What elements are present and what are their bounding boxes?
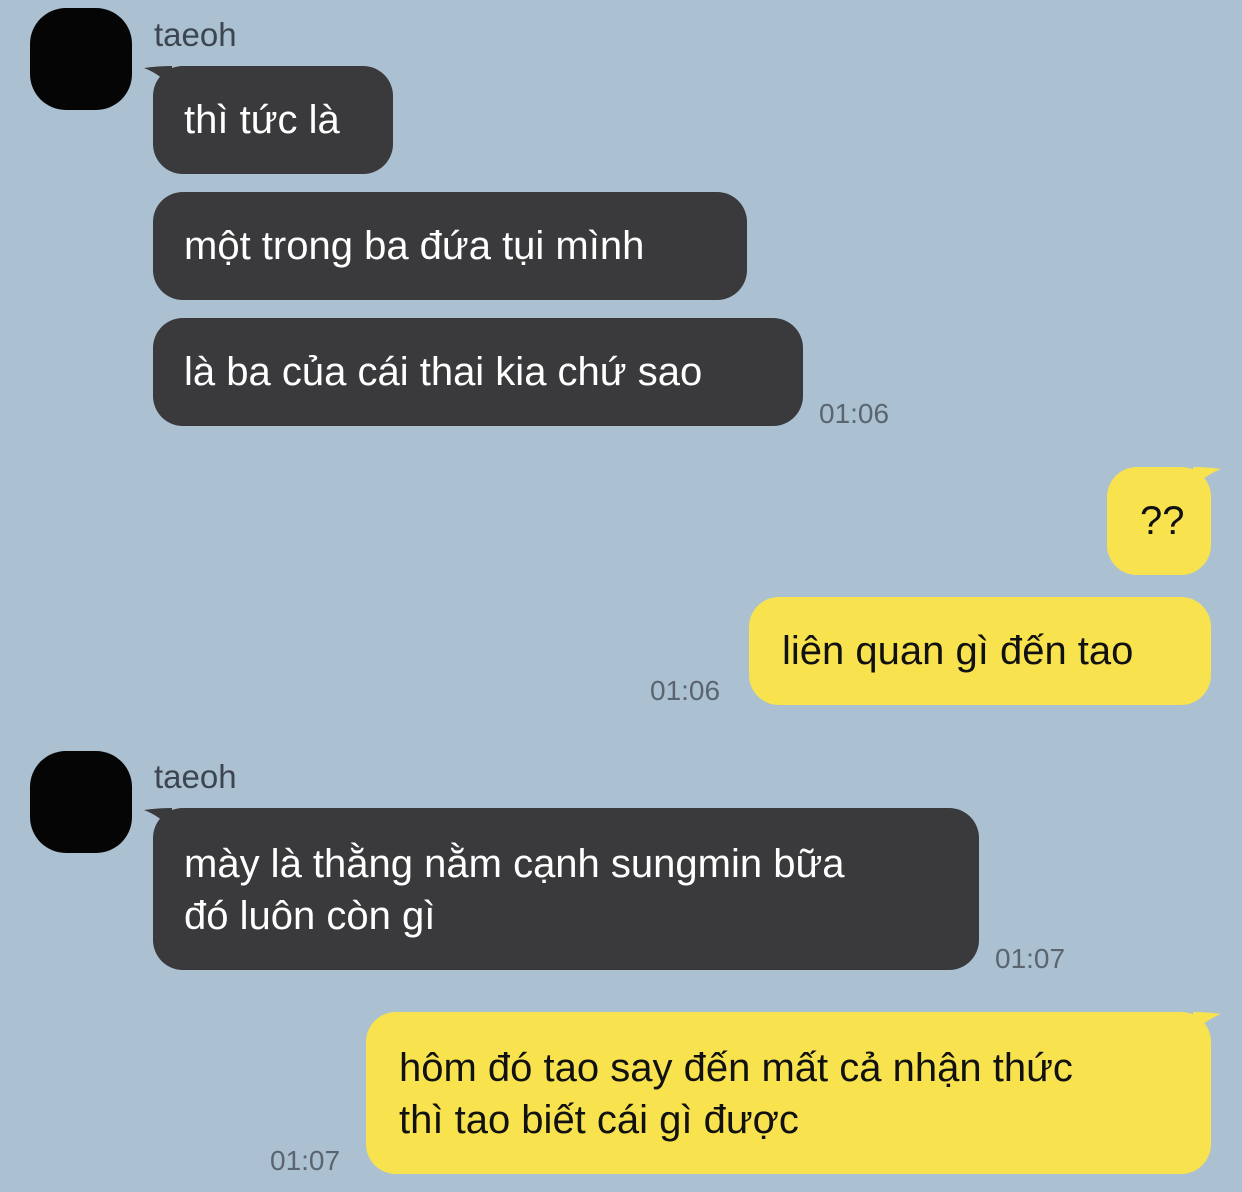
bubble-tail-icon	[144, 808, 172, 830]
message-text: thì tức là	[184, 98, 340, 142]
message-timestamp: 01:07	[270, 1145, 341, 1176]
incoming-message-bubble[interactable]: mày là thằng nằm cạnh sungmin bữa đó luô…	[144, 808, 979, 970]
sender-name: taeoh	[154, 758, 237, 795]
bubble-tail-icon	[1193, 1012, 1221, 1034]
outgoing-message-bubble[interactable]: liên quan gì đến tao	[749, 597, 1211, 705]
sender-name: taeoh	[154, 16, 237, 53]
message-text: là ba của cái thai kia chứ sao	[184, 350, 703, 394]
outgoing-message-bubble[interactable]: hôm đó tao say đến mất cả nhận thức thì …	[366, 1012, 1221, 1174]
message-text: ??	[1140, 499, 1185, 543]
incoming-message-bubble[interactable]: là ba của cái thai kia chứ sao	[153, 318, 803, 426]
message-timestamp: 01:07	[995, 943, 1066, 974]
message-timestamp: 01:06	[650, 675, 721, 706]
message-text: một trong ba đứa tụi mình	[184, 224, 645, 268]
outgoing-message-bubble[interactable]: ??	[1107, 467, 1221, 575]
avatar-icon[interactable]	[30, 8, 132, 110]
bubble-tail-icon	[144, 66, 172, 88]
message-text-line: mày là thằng nằm cạnh sungmin bữa	[184, 842, 845, 886]
avatar-icon[interactable]	[30, 751, 132, 853]
message-timestamp: 01:06	[819, 398, 890, 429]
message-text-line: đó luôn còn gì	[184, 894, 436, 938]
bubble-tail-icon	[1193, 467, 1221, 489]
message-text-line: thì tao biết cái gì được	[399, 1098, 799, 1142]
incoming-message-bubble[interactable]: thì tức là	[144, 66, 393, 174]
message-text: liên quan gì đến tao	[782, 629, 1134, 673]
message-text-line: hôm đó tao say đến mất cả nhận thức	[399, 1046, 1073, 1090]
incoming-message-bubble[interactable]: một trong ba đứa tụi mình	[153, 192, 747, 300]
